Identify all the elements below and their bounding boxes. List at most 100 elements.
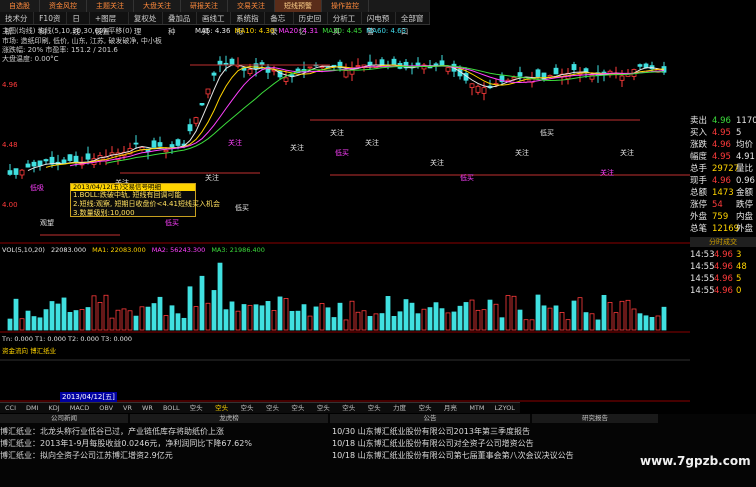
menu-item[interactable]: +图层设置 [90,12,129,36]
news-tab-research[interactable]: 研究报告 [532,414,658,423]
quote-value2: 5 [736,128,742,138]
volume-bar [379,313,385,331]
news-date: 10/18 [332,439,356,448]
menu-item[interactable]: 技术分析 [0,12,35,36]
menu-item[interactable]: 历史回忆 [294,12,328,36]
nav-tab[interactable]: 自选股 [0,0,40,12]
volume-bar [433,302,439,331]
indicator-tab[interactable]: 空头增强 [185,403,210,423]
news-left-item[interactable]: 博汇纸业：北龙头称行业低谷已过，产业链低库存将助纸价上涨 [0,426,224,437]
watermark: www.7gpzb.com [640,454,751,468]
news-right-item[interactable]: 10/18 山东博汇纸业股份有限公司第七届董事会第八次会议决议公告 [332,450,574,461]
candle-body [19,169,25,176]
volume-bar [547,307,553,331]
news-left-item[interactable]: 博汇纸业：2013年1-9月每股收益0.0246元，净利润同比下降67.62% [0,438,252,449]
price-axis-label: 4.00 [2,201,18,209]
menu-item[interactable]: 闪电预警 [362,12,396,36]
indicator-tab[interactable]: OBV [94,403,118,413]
indicator-tab[interactable]: 力度多空 [388,403,413,423]
menu-item[interactable]: 分析工具 [328,12,362,36]
candle-body [61,159,67,164]
indicator-tab[interactable]: 空头升仓 [337,403,362,423]
indicator-tab[interactable]: 空头主力 [413,403,438,423]
signal-label: 低买 [335,148,349,157]
indicator-tab[interactable]: BOLL [158,403,185,413]
nav-tab[interactable]: 主题关注 [87,0,134,12]
candle-body [433,63,439,66]
indicator-tab[interactable]: KDJ [44,403,65,413]
news-tab-notice[interactable]: 公告 [330,414,530,423]
tick-vol: 48 [736,262,747,272]
menu-item[interactable]: 复权处理 [129,12,163,36]
lower-indicator-header: Tn: 0.000 T1: 0.000 T2: 0.000 T3: 0.000 [2,335,133,343]
menu-item[interactable]: 日线 [67,12,90,36]
ma-line [45,64,665,168]
nav-tab[interactable]: 资金风控 [40,0,87,12]
menu-item[interactable]: 系统指标 [231,12,266,36]
volume-bar [595,319,601,331]
candle-body [37,160,43,167]
quote-label: 买入 [690,128,708,138]
nav-tab[interactable]: 操作监控 [322,0,369,12]
volume-bar [181,317,187,331]
indicator-tab[interactable]: 空头持仓 [261,403,286,423]
indicator-tab[interactable]: MTM [464,403,489,413]
volume-bar [457,305,463,331]
quote-row: 卖出 4.96 1170 [690,115,756,127]
nav-tab[interactable]: 短线预警 [275,0,322,12]
menu-item[interactable]: F10资料 [34,12,68,36]
volume-bar [61,297,67,331]
candle-body [253,63,259,70]
signal-popup-line: 3.数量级别:10,000 [73,209,135,217]
volume-bar [505,295,511,331]
volume-bar [97,302,103,331]
signal-label: 关注 [600,168,614,177]
news-left-item[interactable]: 博汇纸业：拟向全资子公司江苏博汇增资2.9亿元 [0,450,173,461]
volume-bar [349,300,355,331]
menu-item[interactable]: 全部窗口 [396,12,431,36]
signal-popup[interactable]: 2013/04/12(五)交易信号明细 1.BOLL:跌破中轨, 短线有回调可能… [70,183,220,217]
indicator-tab[interactable]: 空头持仓 [312,403,337,423]
menu-item[interactable]: 备忘录 [265,12,294,36]
indicator-tab[interactable]: WR [137,403,158,413]
news-right-item[interactable]: 10/30 山东博汇纸业股份有限公司2013年第三季度报告 [332,426,530,437]
nav-tab[interactable]: 交易关注 [228,0,275,12]
indicator-tab[interactable]: 空头买入 [363,403,388,423]
candle-body [643,63,649,68]
signal-label: 关注 [620,148,634,157]
volume-bar [25,310,31,331]
indicator-tab[interactable]: 空头跟踪 [286,403,311,423]
indicator-tab[interactable]: VR [118,403,137,413]
indicator-tab[interactable]: 空头大幅 [236,403,261,423]
menu-item[interactable]: 叠加品种 [163,12,198,36]
indicator-tab[interactable]: DMI [21,403,44,413]
news-date: 10/30 [332,427,356,436]
nav-tab[interactable]: 研报关注 [181,0,228,12]
tick-time: 14:55 [690,286,715,296]
indicator-tab[interactable]: CCI [0,403,21,413]
quote-panel: 卖出 4.96 1170 买入 4.95 5 涨跌 4.96 均价 幅度 4.95 4.91 总手 297… [690,115,756,465]
indicator-tab[interactable]: MACD [65,403,94,413]
volume-bar [313,306,319,331]
volume-bar [325,307,331,331]
candle-body [379,59,385,66]
tick-vol: 3 [736,250,742,260]
news-tab-dragon[interactable]: 龙虎榜 [130,414,328,423]
quote-row: 买入 4.95 5 [690,127,756,139]
news-right-item[interactable]: 10/18 山东博汇纸业股份有限公司对全资子公司增资公告 [332,438,534,449]
news-tab-company[interactable]: 公司新闻 [0,414,128,423]
tick-vol: 0 [736,286,742,296]
volume-bar [175,313,181,331]
nav-tab-bar: 自选股 资金风控 主题关注 大盘关注 研报关注 交易关注 短线预警 操作监控 [0,0,430,12]
candle-body [469,83,475,88]
menu-item[interactable]: 画线工具 [197,12,232,36]
nav-tab[interactable]: 大盘关注 [134,0,181,12]
volume-bar [565,319,571,331]
indicator-tab[interactable]: 月亮增值 [439,403,464,423]
indicator-tab[interactable]: 空头下降 [210,403,235,423]
signal-label: 观望 [40,218,54,227]
indicator-tab[interactable]: LZYOL [490,403,520,413]
tick-row: 14:55 4.96 48 [690,261,756,273]
quote-label: 涨停 [690,200,708,210]
quote-row: 总额 1473 金额 [690,187,756,199]
